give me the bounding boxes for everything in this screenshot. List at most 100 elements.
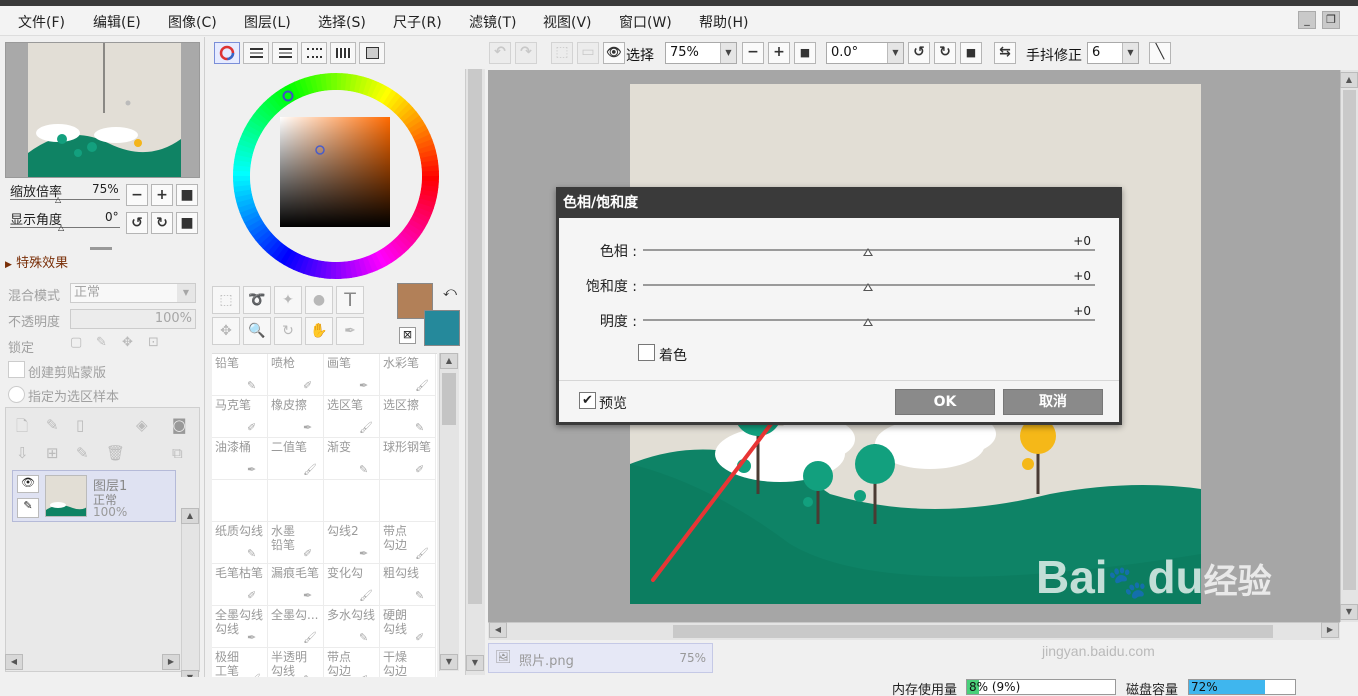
lock-paint-icon[interactable]: ✎ <box>96 335 107 350</box>
undo-button[interactable]: ↶ <box>489 42 511 64</box>
rgb-slider-mode-button[interactable] <box>243 42 269 64</box>
blend-mode-select[interactable]: 正常 ▼ <box>70 283 196 303</box>
canvas-vertical-scrollbar[interactable] <box>1340 70 1358 622</box>
swap-colors-icon[interactable]: ⤺ <box>443 285 457 300</box>
brush-cell[interactable]: 硬朗 勾线 ✐ <box>380 606 436 648</box>
preview-checkbox[interactable]: ✔ <box>579 392 596 409</box>
panel-scroll-thumb[interactable] <box>468 60 482 604</box>
angle-slider-thumb[interactable]: △ <box>58 223 64 232</box>
brush-cell[interactable]: 多水勾线 ✎ <box>324 606 380 648</box>
brush-cell[interactable]: 全墨勾... 🖌 <box>268 606 324 648</box>
select-pen-tool[interactable]: ● <box>305 286 333 314</box>
merge-down-icon[interactable]: ⊞ <box>46 444 59 462</box>
deselect-button[interactable]: ⬚ <box>551 42 573 64</box>
layer-fx-icon[interactable]: ◈ <box>136 416 148 434</box>
brush-cell[interactable]: 渐变 ✎ <box>324 438 380 480</box>
stabilizer-select[interactable]: 6 ▼ <box>1087 42 1139 64</box>
clip-mask-checkbox[interactable] <box>8 361 25 378</box>
scratch-mode-button[interactable] <box>359 42 385 64</box>
hue-slider-thumb[interactable] <box>863 248 873 256</box>
panel-scroll-down[interactable]: ▼ <box>466 655 484 671</box>
layer-scroll-up[interactable]: ▲ <box>181 508 199 524</box>
brush-scroll-down[interactable]: ▼ <box>440 654 458 670</box>
transparent-color-icon[interactable]: ⊠ <box>399 327 416 344</box>
straight-line-button[interactable]: ╲ <box>1149 42 1171 64</box>
menu-layer[interactable]: 图层(L) <box>244 12 291 32</box>
menu-image[interactable]: 图像(C) <box>168 12 217 32</box>
toolbar-zoom-out-button[interactable]: − <box>742 42 764 64</box>
angle-select[interactable]: 0.0° ▼ <box>826 42 904 64</box>
zoom-slider-track[interactable] <box>10 199 120 200</box>
new-folder-icon[interactable]: ▯ <box>76 416 84 434</box>
brush-cell[interactable]: 毛笔枯笔 ✐ <box>212 564 268 606</box>
menu-window[interactable]: 窗口(W) <box>619 12 672 32</box>
rotate-tool[interactable]: ↻ <box>274 317 302 345</box>
transfer-down-icon[interactable]: ⇩ <box>16 444 29 462</box>
zoom-in-button[interactable]: + <box>151 184 173 206</box>
canvas-scroll-down[interactable]: ▼ <box>1340 604 1358 620</box>
swatch-mode-button[interactable] <box>301 42 327 64</box>
canvas-scroll-up[interactable]: ▲ <box>1340 72 1358 88</box>
lock-all-icon[interactable]: ⊡ <box>148 335 159 350</box>
rotate-cw-button[interactable]: ↻ <box>151 212 173 234</box>
layer-hscroll-right[interactable]: ▶ <box>162 654 180 670</box>
cancel-button[interactable]: 取消 <box>1003 389 1103 415</box>
opacity-slider[interactable]: 100% <box>70 309 196 329</box>
brush-scroll-up[interactable]: ▲ <box>440 353 458 369</box>
colorize-checkbox[interactable] <box>638 344 655 361</box>
layer-pen-icon[interactable]: ✎ <box>17 498 39 518</box>
brush-cell[interactable]: 变化勾 🖌 <box>324 564 380 606</box>
panel-splitter[interactable] <box>90 247 112 250</box>
toolbar-rotate-ccw-button[interactable]: ↺ <box>908 42 930 64</box>
clear-layer-icon[interactable]: ✎ <box>76 444 89 462</box>
brush-scrollbar[interactable] <box>439 353 459 671</box>
brush-cell[interactable]: 带点 勾边 🖌 <box>380 522 436 564</box>
brush-cell[interactable] <box>268 480 324 522</box>
layer-mask-icon[interactable]: ◙ <box>172 416 187 434</box>
brush-scroll-thumb[interactable] <box>442 373 456 425</box>
saturation-slider-thumb[interactable] <box>863 283 873 291</box>
lasso-tool[interactable]: ➰ <box>243 286 271 314</box>
minimize-button[interactable]: _ <box>1298 11 1316 29</box>
menu-file[interactable]: 文件(F) <box>18 12 65 32</box>
menu-select[interactable]: 选择(S) <box>318 12 366 32</box>
new-vector-layer-icon[interactable]: ✎ <box>46 416 59 434</box>
menu-help[interactable]: 帮助(H) <box>699 12 748 32</box>
palette-mode-button[interactable] <box>330 42 356 64</box>
file-tab[interactable]: 🖼 照片.png 75% <box>488 643 713 673</box>
zoom-slider-thumb[interactable]: △ <box>55 195 61 204</box>
canvas-vscroll-thumb[interactable] <box>1343 90 1356 590</box>
brush-cell[interactable]: 喷枪 ✐ <box>268 354 324 396</box>
flip-horizontal-button[interactable]: ⇆ <box>994 42 1016 64</box>
brush-cell[interactable]: 选区擦 ✎ <box>380 396 436 438</box>
new-layer-icon[interactable]: 🗋 <box>16 416 28 441</box>
hsv-slider-mode-button[interactable] <box>272 42 298 64</box>
menu-ruler[interactable]: 尺子(R) <box>393 12 442 32</box>
brush-cell[interactable]: 画笔 ✒ <box>324 354 380 396</box>
canvas-scroll-right[interactable]: ▶ <box>1321 622 1339 638</box>
panel-vertical-scrollbar[interactable] <box>465 40 485 675</box>
rotate-reset-button[interactable]: ■ <box>176 212 198 234</box>
secondary-color-swatch[interactable] <box>424 310 460 346</box>
brush-cell[interactable]: 勾线2 ✒ <box>324 522 380 564</box>
brush-cell[interactable]: 二值笔 🖌 <box>268 438 324 480</box>
text-tool[interactable]: T <box>336 286 364 314</box>
lightness-slider-thumb[interactable] <box>863 318 873 326</box>
color-wheel-mode-button[interactable] <box>214 42 240 64</box>
toolbar-rotate-cw-button[interactable]: ↻ <box>934 42 956 64</box>
brush-cell[interactable]: 马克笔 ✐ <box>212 396 268 438</box>
zoom-select[interactable]: 75% ▼ <box>665 42 737 64</box>
redo-button[interactable]: ↷ <box>515 42 537 64</box>
canvas-scroll-left[interactable]: ◀ <box>489 622 507 638</box>
rect-select-tool[interactable]: ⬚ <box>212 286 240 314</box>
brush-cell[interactable]: 漏痕毛笔 ✒ <box>268 564 324 606</box>
navigator-preview[interactable] <box>5 42 200 178</box>
brush-cell[interactable]: 铅笔 ✎ <box>212 354 268 396</box>
layer-item[interactable]: 👁 ✎ 图层1 正常 100% <box>12 470 176 522</box>
selection-source-radio[interactable] <box>8 386 25 403</box>
menu-filter[interactable]: 滤镜(T) <box>469 12 516 32</box>
brush-cell[interactable]: 粗勾线 ✎ <box>380 564 436 606</box>
zoom-reset-button[interactable]: ■ <box>176 184 198 206</box>
lock-move-icon[interactable]: ✥ <box>122 335 133 350</box>
brush-cell[interactable]: 橡皮擦 ✒ <box>268 396 324 438</box>
